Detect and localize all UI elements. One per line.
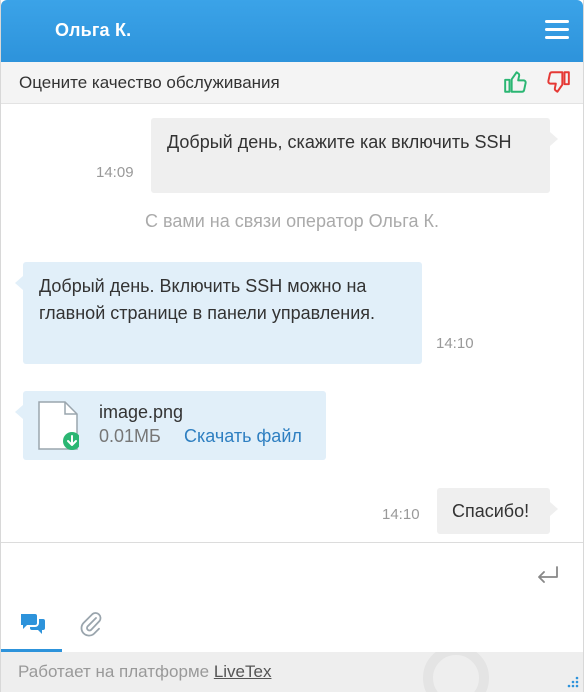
tab-chat[interactable] — [1, 604, 62, 652]
thumb-up-icon[interactable] — [503, 69, 529, 95]
client-message: Добрый день, скажите как включить SSH — [151, 118, 558, 193]
thumb-down-icon[interactable] — [545, 69, 571, 95]
bottom-tabs — [1, 604, 583, 652]
tab-attach[interactable] — [71, 604, 111, 652]
menu-icon[interactable] — [545, 20, 569, 40]
footer-text: Работает на платформе LiveTex — [18, 662, 271, 682]
footer-label: Работает на платформе — [18, 662, 214, 681]
download-file-link[interactable]: Скачать файл — [184, 426, 302, 447]
rating-bar: Оцените качество обслуживания — [1, 62, 583, 104]
rating-prompt: Оцените качество обслуживания — [19, 73, 280, 92]
message-time: 14:10 — [436, 335, 474, 352]
paperclip-icon — [80, 612, 102, 637]
message-input[interactable] — [11, 549, 521, 599]
message-time: 14:09 — [96, 164, 134, 181]
client-message: Спасибо! — [437, 488, 558, 534]
chat-header: Ольга К. — [1, 0, 583, 62]
file-icon — [38, 401, 79, 450]
chat-window: Ольга К. Оцените качество обслуживания 1… — [0, 0, 584, 692]
message-list[interactable]: 14:09 Добрый день, скажите как включить … — [1, 104, 583, 542]
resize-handle-icon[interactable] — [565, 674, 579, 688]
footer: Работает на платформе LiveTex — [1, 652, 583, 692]
file-attachment: image.png 0.01МБ Скачать файл — [15, 391, 326, 460]
message-time: 14:10 — [382, 506, 420, 523]
send-enter-icon[interactable] — [535, 565, 561, 583]
file-size: 0.01МБ — [99, 426, 161, 446]
chat-bubbles-icon — [21, 614, 45, 634]
livetex-link[interactable]: LiveTex — [214, 662, 272, 681]
system-message: С вами на связи оператор Ольга К. — [145, 211, 439, 231]
livetex-watermark-icon — [423, 652, 489, 692]
operator-message: Добрый день. Включить SSH можно на главн… — [15, 262, 422, 364]
file-name: image.png — [99, 402, 184, 422]
operator-name: Ольга К. — [55, 20, 132, 40]
message-input-area — [1, 542, 583, 604]
